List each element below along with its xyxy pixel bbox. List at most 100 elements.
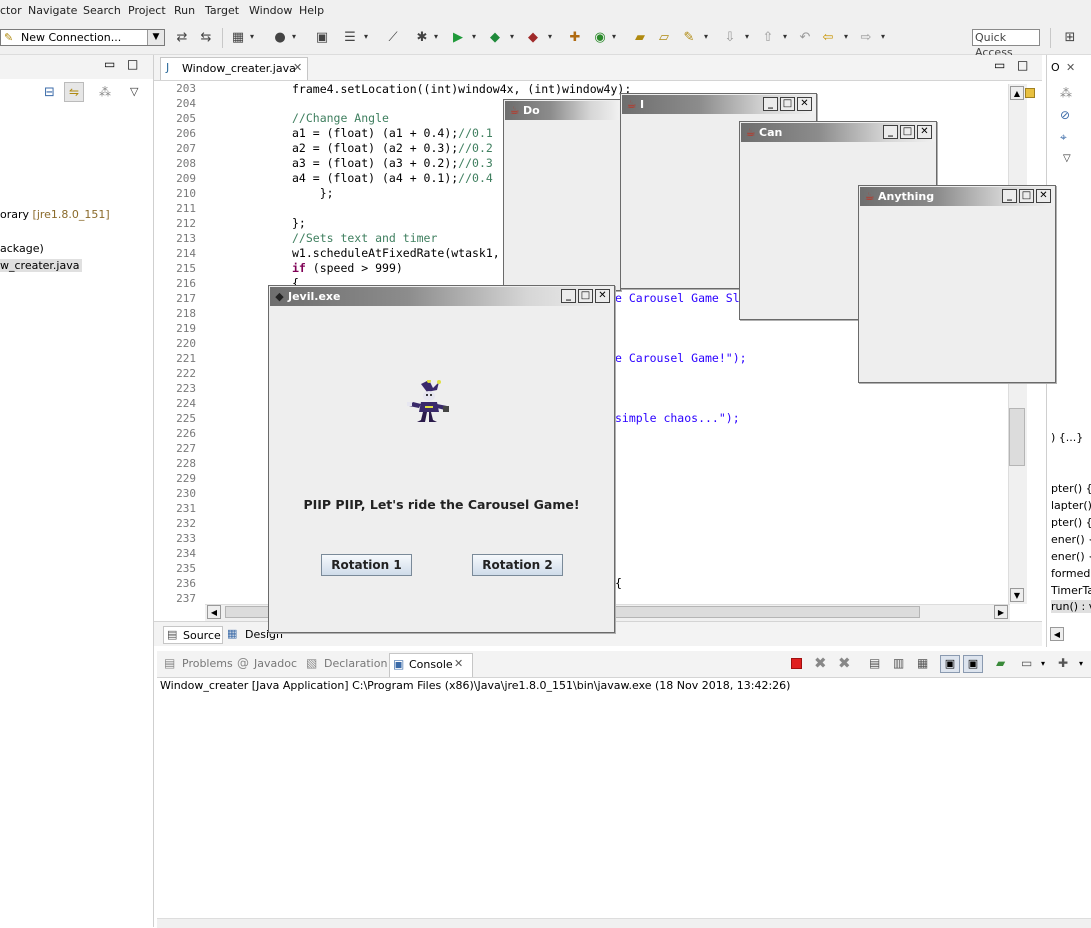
rotation-2-button[interactable]: Rotation 2 <box>472 554 563 576</box>
chevron-down-icon[interactable]: ▾ <box>510 33 516 41</box>
tab-console[interactable]: ▣ Console ✕ <box>389 653 473 677</box>
close-button[interactable]: ✕ <box>1036 189 1051 203</box>
maximize-icon[interactable]: □ <box>127 57 138 71</box>
menu-help[interactable]: Help <box>299 4 324 17</box>
menu-connector[interactable]: ctor <box>0 4 22 17</box>
word-wrap-icon[interactable]: ▦ <box>917 656 928 670</box>
minimize-icon[interactable]: ▭ <box>104 57 115 71</box>
window-do[interactable]: ☕ Do <box>503 99 621 291</box>
debug-icon[interactable]: ✱ <box>414 30 430 46</box>
new-package-icon[interactable]: ✚ <box>567 30 583 46</box>
outline-item[interactable]: ener() {... <box>1051 533 1091 546</box>
skip-breakpoints-icon[interactable]: ⟋ <box>385 30 401 46</box>
chevron-down-icon[interactable]: ▾ <box>783 33 789 41</box>
editor-vertical-scroll-thumb[interactable] <box>1009 408 1025 466</box>
disconnect-icon[interactable]: ⇆ <box>198 30 214 46</box>
window-jevil[interactable]: ◆ Jevil.exe _ □ ✕ PIIP PIIP, Let's ride … <box>268 285 615 633</box>
last-edit-icon[interactable]: ↶ <box>797 30 813 46</box>
show-on-output-icon[interactable]: ▣ <box>940 655 960 673</box>
run-icon[interactable]: ▶ <box>450 30 466 46</box>
target-icon[interactable]: ● <box>272 30 288 46</box>
tree-item-jre-library[interactable]: orary [jre1.8.0_151] <box>0 208 110 221</box>
external-tools-icon[interactable]: ◆ <box>525 30 541 46</box>
chevron-down-icon[interactable]: ▾ <box>364 33 370 41</box>
window-anything[interactable]: ☕ Anything _ □ ✕ <box>858 185 1056 383</box>
link-editor-icon[interactable]: ⇋ <box>64 82 84 102</box>
chevron-down-icon[interactable]: ▾ <box>472 33 478 41</box>
clear-console-icon[interactable]: ▤ <box>869 656 880 670</box>
menu-target[interactable]: Target <box>205 4 239 17</box>
rotation-1-button[interactable]: Rotation 1 <box>321 554 412 576</box>
outline-item[interactable]: TimerTas <box>1051 584 1091 597</box>
pencil-icon[interactable]: ✎ <box>681 30 697 46</box>
outline-item[interactable]: ener() {... <box>1051 550 1091 563</box>
run-external-icon[interactable]: ◆ <box>487 30 503 46</box>
window-i-titlebar[interactable]: ☕ I _ □ ✕ <box>622 95 815 114</box>
minimize-button[interactable]: _ <box>763 97 778 111</box>
menu-navigate[interactable]: Navigate <box>28 4 77 17</box>
tree-item-default-package[interactable]: ackage) <box>0 242 44 255</box>
tab-source[interactable]: ▤ Source <box>163 626 223 644</box>
scroll-right-icon[interactable]: ▶ <box>994 605 1008 619</box>
minimize-icon[interactable]: ▭ <box>994 58 1005 72</box>
terminate-icon[interactable] <box>791 658 802 669</box>
console-view-icon[interactable]: ▣ <box>314 30 330 46</box>
window-can-titlebar[interactable]: ☕ Can _ □ ✕ <box>741 123 935 142</box>
scroll-up-icon[interactable]: ▲ <box>1010 86 1024 100</box>
chevron-down-icon[interactable]: ▾ <box>250 33 256 41</box>
menu-run[interactable]: Run <box>174 4 195 17</box>
display-console-icon[interactable]: ▭ <box>1021 656 1032 670</box>
open-type-icon[interactable]: ▰ <box>632 30 648 46</box>
open-folder-icon[interactable]: ▱ <box>656 30 672 46</box>
chevron-down-icon[interactable]: ▾ <box>612 33 618 41</box>
chevron-down-icon[interactable]: ▾ <box>292 33 298 41</box>
minimize-button[interactable]: _ <box>1002 189 1017 203</box>
new-class-icon[interactable]: ◉ <box>592 30 608 46</box>
pin-console-icon[interactable]: ▰ <box>996 656 1005 670</box>
hide-fields-icon[interactable]: ⊘ <box>1060 108 1070 122</box>
outline-item[interactable]: formed(A <box>1051 567 1091 580</box>
chevron-down-icon[interactable]: ▾ <box>844 33 850 41</box>
outline-item[interactable]: ) {...} <box>1051 431 1091 444</box>
window-jevil-titlebar[interactable]: ◆ Jevil.exe _ □ ✕ <box>270 287 613 306</box>
scroll-left-icon[interactable]: ◀ <box>207 605 221 619</box>
chevron-down-icon[interactable]: ▾ <box>434 33 440 41</box>
tab-problems[interactable]: Problems <box>182 657 233 670</box>
editor-tab-window-creater[interactable]: J Window_creater.java ✕ <box>160 57 308 80</box>
forward-icon[interactable]: ⇨ <box>858 30 874 46</box>
show-on-error-icon[interactable]: ▣ <box>963 655 983 673</box>
chevron-down-icon[interactable]: ▼ <box>147 30 164 45</box>
tab-javadoc[interactable]: Javadoc <box>254 657 297 670</box>
tab-declaration[interactable]: Declaration <box>324 657 387 670</box>
close-button[interactable]: ✕ <box>917 125 932 139</box>
menu-project[interactable]: Project <box>128 4 166 17</box>
open-console-icon[interactable]: ✚ <box>1058 656 1068 670</box>
window-anything-titlebar[interactable]: ☕ Anything _ □ ✕ <box>860 187 1054 206</box>
menu-window[interactable]: Window <box>249 4 292 17</box>
sort-icon[interactable]: ⁂ <box>1060 86 1072 100</box>
outline-item[interactable]: pter() {... <box>1051 482 1091 495</box>
scroll-lock-icon[interactable]: ▥ <box>893 656 904 670</box>
minimize-button[interactable]: _ <box>561 289 576 303</box>
maximize-button[interactable]: □ <box>900 125 915 139</box>
open-perspective-icon[interactable]: ⊞ <box>1062 30 1078 46</box>
hide-static-icon[interactable]: ⌖ <box>1060 130 1067 145</box>
close-icon[interactable]: ✕ <box>293 61 302 74</box>
remove-launch-icon[interactable]: ✖ <box>814 654 827 672</box>
maximize-button[interactable]: □ <box>1019 189 1034 203</box>
remove-all-icon[interactable]: ✖ <box>838 654 851 672</box>
filter-icon[interactable]: ⁂ <box>99 85 111 99</box>
close-icon[interactable]: ✕ <box>1066 61 1075 74</box>
collapse-all-icon[interactable]: ⊟ <box>44 85 55 100</box>
scroll-down-icon[interactable]: ▼ <box>1010 588 1024 602</box>
console-output[interactable]: Window_creater [Java Application] C:\Pro… <box>157 678 1091 927</box>
quick-access-input[interactable]: Quick Access <box>972 29 1040 59</box>
chevron-down-icon[interactable]: ▾ <box>704 33 710 41</box>
task-list-icon[interactable]: ☰ <box>342 30 358 46</box>
chevron-down-icon[interactable]: ▾ <box>881 33 887 41</box>
menu-search[interactable]: Search <box>83 4 121 17</box>
window-do-titlebar[interactable]: ☕ Do <box>505 101 619 120</box>
close-button[interactable]: ✕ <box>595 289 610 303</box>
maximize-icon[interactable]: □ <box>1017 58 1028 72</box>
chevron-down-icon[interactable]: ▾ <box>548 33 554 41</box>
